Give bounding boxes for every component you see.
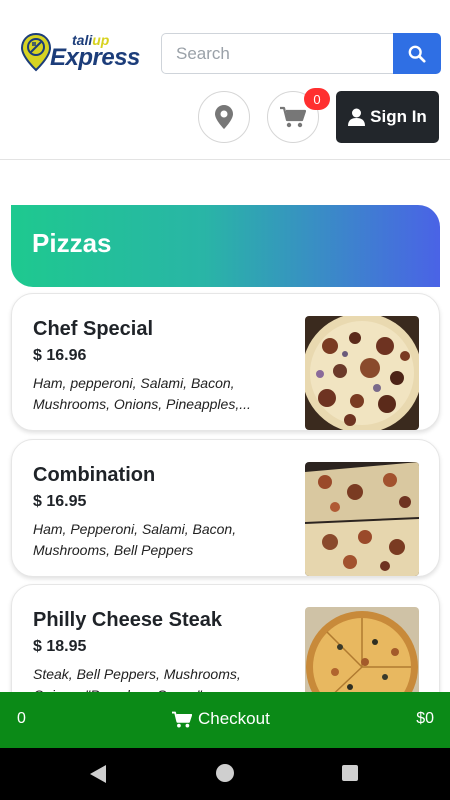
search-icon bbox=[408, 45, 426, 63]
checkout-label: Checkout bbox=[198, 709, 270, 728]
checkout-item-count: 0 bbox=[17, 710, 26, 727]
search-button[interactable] bbox=[393, 33, 441, 74]
shopping-cart-icon bbox=[280, 106, 306, 128]
search-bar bbox=[161, 33, 441, 74]
pizza-image bbox=[305, 462, 419, 576]
item-name: Combination bbox=[33, 464, 156, 486]
recent-square-icon[interactable] bbox=[342, 765, 358, 781]
checkout-bar[interactable]: 0 Checkout $0 bbox=[0, 692, 450, 748]
location-button[interactable] bbox=[198, 91, 250, 143]
item-name: Chef Special bbox=[33, 318, 154, 340]
pizza-image bbox=[305, 316, 419, 430]
menu-item-card[interactable]: Combination $ 16.95 Ham, Pepperoni, Sala… bbox=[11, 439, 440, 577]
menu-item-card[interactable]: Chef Special $ 16.96 Ham, pepperoni, Sal… bbox=[11, 293, 440, 431]
search-input[interactable] bbox=[161, 33, 393, 74]
back-triangle-icon[interactable] bbox=[90, 765, 106, 783]
checkout-button[interactable]: Checkout bbox=[172, 709, 270, 729]
item-price: $ 16.95 bbox=[33, 493, 87, 510]
user-icon bbox=[348, 108, 366, 126]
cart-button[interactable]: 0 bbox=[267, 88, 330, 143]
sign-in-button[interactable]: Sign In bbox=[336, 91, 439, 143]
cart-count-badge: 0 bbox=[304, 88, 330, 110]
item-description: Ham, pepperoni, Salami, Bacon, Mushrooms… bbox=[33, 375, 251, 412]
home-circle-icon[interactable] bbox=[216, 764, 234, 782]
item-description: Ham, Pepperoni, Salami, Bacon, Mushrooms… bbox=[33, 521, 237, 558]
shopping-cart-icon bbox=[172, 711, 192, 727]
sign-in-label: Sign In bbox=[370, 107, 427, 126]
item-price: $ 16.96 bbox=[33, 347, 87, 364]
logo-pin-icon bbox=[20, 32, 52, 72]
system-nav-bar bbox=[0, 748, 450, 800]
item-price: $ 18.95 bbox=[33, 638, 87, 655]
logo-big-text: Express bbox=[50, 44, 140, 71]
category-banner: Pizzas bbox=[11, 205, 440, 287]
brand-logo[interactable]: taliup Express bbox=[20, 32, 140, 76]
app-screen: taliup Express Search 0 Sign In Pizzas C… bbox=[0, 0, 450, 800]
checkout-total: $0 bbox=[416, 710, 434, 727]
header: taliup Express Search 0 Sign In bbox=[0, 0, 450, 160]
category-title: Pizzas bbox=[32, 228, 112, 258]
location-pin-icon bbox=[215, 105, 233, 129]
item-name: Philly Cheese Steak bbox=[33, 609, 222, 631]
